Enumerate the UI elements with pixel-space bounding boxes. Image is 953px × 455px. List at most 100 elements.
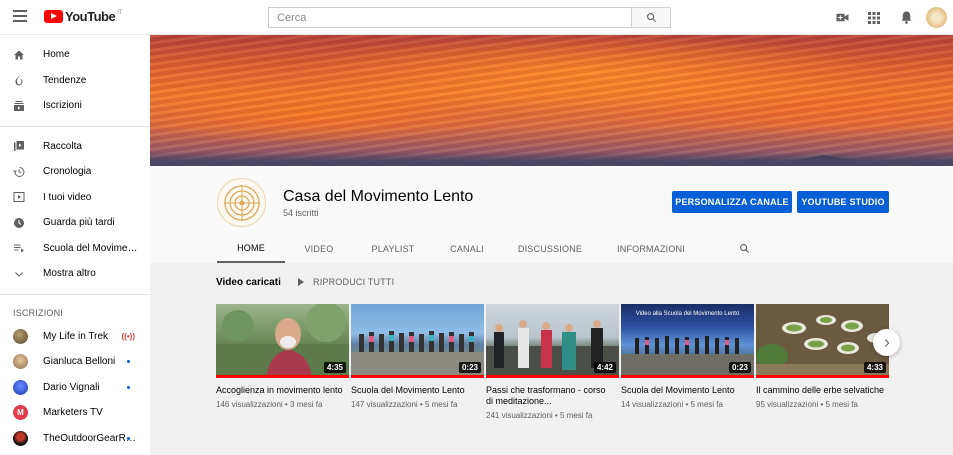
new-content-dot xyxy=(127,385,130,389)
video-duration: 4:35 xyxy=(323,362,346,373)
video-duration: 4:33 xyxy=(863,362,886,373)
video-duration: 0:23 xyxy=(458,362,481,373)
youtube-play-icon xyxy=(44,10,63,23)
your-videos-icon xyxy=(13,191,25,203)
shelf-next-button[interactable] xyxy=(873,329,900,356)
sidebar-divider xyxy=(0,125,150,127)
playlist-icon xyxy=(13,242,25,254)
shelf-title: Video caricati xyxy=(216,277,281,288)
history-icon xyxy=(13,166,25,178)
subscription-label: Dario Vignali xyxy=(43,381,100,393)
subscription-item[interactable]: TheOutdoorGearReview xyxy=(0,426,150,452)
video-thumbnail[interactable]: Video alla Scuola del Movimento Lento 0:… xyxy=(621,304,754,378)
hamburger-menu-icon[interactable] xyxy=(13,10,27,24)
video-title[interactable]: Scuola del Movimento Lento xyxy=(351,385,484,396)
subscription-label: Gianluca Belloni xyxy=(43,356,116,368)
home-icon xyxy=(13,49,25,61)
tab-home[interactable]: HOME xyxy=(217,234,285,263)
sidebar-item-history[interactable]: Cronologia xyxy=(0,159,150,185)
search-icon xyxy=(739,244,749,254)
subscriptions-icon xyxy=(13,100,25,112)
tab-channels[interactable]: CANALI xyxy=(433,234,501,263)
flame-icon xyxy=(13,74,25,86)
youtube-studio-button[interactable]: YOUTUBE STUDIO xyxy=(797,191,889,213)
video-card[interactable]: 4:35 Accoglienza in movimento lento 146 … xyxy=(216,304,349,420)
channel-content: Video caricati RIPRODUCI TUTTI 4:35 Acco… xyxy=(150,263,953,455)
video-camera-icon xyxy=(836,13,848,22)
subscription-label: Marketers TV xyxy=(43,407,103,419)
banner-mountain xyxy=(713,155,913,166)
notifications-button[interactable] xyxy=(890,0,922,35)
channel-header: Casa del Movimento Lento 54 iscritti PER… xyxy=(150,166,953,263)
bell-icon xyxy=(901,11,911,24)
video-thumbnail[interactable]: 4:42 xyxy=(486,304,619,378)
tab-discussion[interactable]: DISCUSSIONE xyxy=(501,234,599,263)
channel-avatar: M xyxy=(13,405,28,421)
subscriptions-heading: ISCRIZIONI xyxy=(13,307,64,318)
video-title[interactable]: Accoglienza in movimento lento xyxy=(216,385,349,396)
sidebar-item-playlist[interactable]: Scuola del Movimento Lento xyxy=(0,236,150,262)
video-thumbnail[interactable]: 4:35 xyxy=(216,304,349,378)
sidebar-item-watch-later[interactable]: Guarda più tardi xyxy=(0,210,150,236)
sidebar: Home Tendenze Iscrizioni Raccolta Cronol… xyxy=(0,35,150,455)
video-meta: 241 visualizzazioni • 5 mesi fa xyxy=(486,411,593,420)
subscription-label: My Life in Trek xyxy=(43,330,109,342)
sidebar-item-library[interactable]: Raccolta xyxy=(0,134,150,160)
subscriber-count: 54 iscritti xyxy=(283,208,319,218)
video-title[interactable]: Passi che trasformano - corso di meditaz… xyxy=(486,385,619,407)
sidebar-item-label: I tuoi video xyxy=(43,191,92,203)
sidebar-item-label: Raccolta xyxy=(43,140,82,152)
subscription-item[interactable]: Dario Vignali xyxy=(0,375,150,401)
channel-name: Casa del Movimento Lento xyxy=(283,188,474,205)
video-meta: 14 visualizzazioni • 5 mesi fa xyxy=(621,400,723,409)
watch-progress-bar xyxy=(621,375,754,378)
youtube-logo[interactable]: YouTube IT xyxy=(44,9,123,24)
video-thumbnail[interactable]: 4:33 xyxy=(756,304,889,378)
apps-grid-icon xyxy=(868,11,880,24)
sidebar-item-your-videos[interactable]: I tuoi video xyxy=(0,185,150,211)
play-all-button[interactable]: RIPRODUCI TUTTI xyxy=(298,277,394,287)
channel-search-button[interactable] xyxy=(737,234,751,263)
video-meta: 147 visualizzazioni • 5 mesi fa xyxy=(351,400,458,409)
video-thumbnail[interactable]: 0:23 xyxy=(351,304,484,378)
create-video-button[interactable] xyxy=(826,0,858,35)
tab-playlist[interactable]: PLAYLIST xyxy=(353,234,433,263)
sidebar-item-home[interactable]: Home xyxy=(0,42,150,68)
video-title[interactable]: Il cammino delle erbe selvatiche xyxy=(756,385,889,396)
watch-later-icon xyxy=(13,217,25,229)
account-avatar[interactable] xyxy=(926,7,947,28)
chevron-right-icon xyxy=(884,338,889,347)
subscription-item[interactable]: M Marketers TV xyxy=(0,400,150,426)
video-meta: 146 visualizzazioni • 3 mesi fa xyxy=(216,400,323,409)
video-card[interactable]: Video alla Scuola del Movimento Lento 0:… xyxy=(621,304,754,420)
subscription-item[interactable]: Gianluca Belloni xyxy=(0,349,150,375)
sidebar-item-label: Guarda più tardi xyxy=(43,217,115,229)
channel-banner xyxy=(150,35,953,166)
sidebar-show-more[interactable]: Mostra altro xyxy=(0,261,150,287)
sidebar-item-label: Iscrizioni xyxy=(43,100,82,112)
tab-about[interactable]: INFORMAZIONI xyxy=(599,234,703,263)
sidebar-item-subscriptions[interactable]: Iscrizioni xyxy=(0,93,150,119)
video-card[interactable]: 4:33 Il cammino delle erbe selvatiche 95… xyxy=(756,304,889,420)
chevron-down-icon xyxy=(13,268,25,280)
logo-region: IT xyxy=(117,10,123,16)
channel-avatar xyxy=(13,328,28,344)
search-input[interactable] xyxy=(268,7,631,28)
logo-text: YouTube xyxy=(65,9,116,24)
video-duration: 4:42 xyxy=(593,362,616,373)
sidebar-item-label: Tendenze xyxy=(43,74,87,86)
video-duration: 0:23 xyxy=(728,362,751,373)
video-card[interactable]: 4:42 Passi che trasformano - corso di me… xyxy=(486,304,619,420)
video-shelf: 4:35 Accoglienza in movimento lento 146 … xyxy=(216,304,891,420)
watch-progress-bar xyxy=(351,375,484,378)
apps-button[interactable] xyxy=(858,0,890,35)
channel-avatar xyxy=(13,379,28,395)
customize-channel-button[interactable]: PERSONALIZZA CANALE xyxy=(672,191,792,213)
video-title[interactable]: Scuola del Movimento Lento xyxy=(621,385,754,396)
video-card[interactable]: 0:23 Scuola del Movimento Lento 147 visu… xyxy=(351,304,484,420)
sidebar-item-trending[interactable]: Tendenze xyxy=(0,68,150,94)
channel-logo[interactable] xyxy=(217,178,266,227)
search-button[interactable] xyxy=(631,7,671,28)
tab-video[interactable]: VIDEO xyxy=(285,234,353,263)
subscription-item[interactable]: My Life in Trek ((•)) xyxy=(0,324,150,350)
